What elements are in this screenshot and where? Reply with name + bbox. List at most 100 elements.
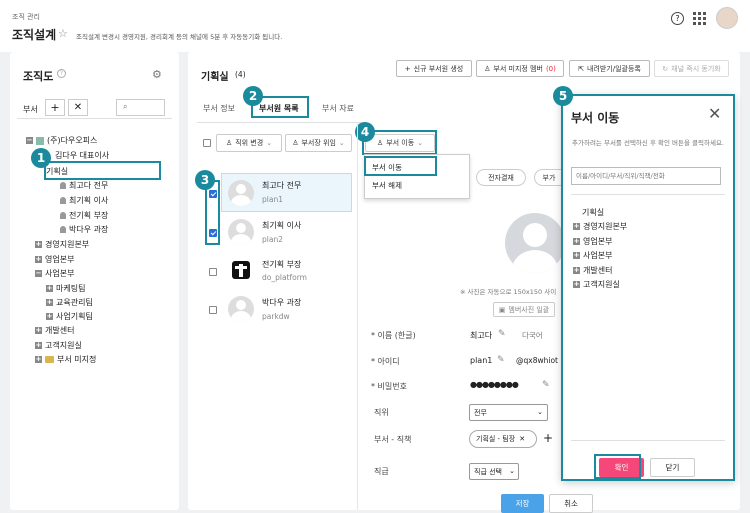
multi-lang-select[interactable]: 다국어	[522, 330, 543, 341]
image-icon: ▣	[498, 305, 506, 314]
approval-chip[interactable]: 전자결재	[476, 169, 526, 186]
person-icon	[60, 212, 66, 219]
menu-item-release[interactable]: 부서 해제	[372, 180, 402, 191]
remove-icon[interactable]: ✕	[519, 435, 525, 443]
button-label: 채널 즉시 동기화	[671, 64, 721, 73]
tree-item-unassigned[interactable]: + 부서 미지정	[35, 354, 96, 365]
tree-label: (주)다우오피스	[47, 136, 98, 145]
expand-icon: +	[573, 222, 580, 230]
change-title-button[interactable]: ♙ 직위 변경 ⌄	[216, 134, 282, 152]
edit-icon[interactable]: ✎	[497, 355, 505, 365]
tree-item-member[interactable]: 박다우 과장	[60, 224, 108, 235]
tree-label: 개발센터	[45, 326, 75, 335]
tree-item-ceo[interactable]: 김다우 대표이사	[55, 150, 109, 161]
tree-item-root[interactable]: − (주)다우오피스	[26, 135, 97, 146]
button-label: 직위 변경	[235, 139, 264, 147]
position-select[interactable]: 전무 ⌄	[469, 404, 548, 421]
member-id: plan1	[262, 195, 283, 204]
modal-tree-item[interactable]: + 경영지원본부	[573, 221, 627, 232]
cancel-button[interactable]: 취소	[549, 494, 593, 513]
modal-search-input[interactable]	[571, 167, 721, 185]
profile-photo[interactable]	[505, 213, 565, 273]
delegate-head-button[interactable]: ♙ 부서장 위임 ⌄	[285, 134, 352, 152]
person-icon: ♙	[292, 139, 299, 147]
member-name: 최고다 전무	[262, 181, 302, 190]
position-label: 직위	[374, 408, 389, 417]
add-dept-button[interactable]: +	[45, 99, 65, 116]
person-icon: ♙	[484, 64, 491, 73]
sync-channel-button[interactable]: ↻ 채널 즉시 동기화	[654, 60, 729, 77]
folder-icon	[45, 356, 54, 363]
gear-icon[interactable]: ⚙	[152, 68, 162, 81]
member-checkbox[interactable]	[209, 306, 217, 314]
collapse-icon: −	[26, 136, 33, 144]
tree-item-dept[interactable]: + 영업본부	[35, 254, 74, 265]
tree-item-dept[interactable]: + 사업기획팀	[46, 311, 93, 322]
tree-item-dept[interactable]: + 교육관리팀	[46, 297, 93, 308]
delete-dept-button[interactable]: ✕	[68, 99, 88, 116]
tree-label: 개발센터	[583, 266, 613, 275]
tree-item-dept[interactable]: − 사업본부	[35, 268, 74, 279]
grade-select[interactable]: 직급 선택 ⌄	[469, 463, 519, 480]
edit-icon[interactable]: ✎	[542, 380, 550, 390]
modal-tree-item[interactable]: 기획실	[582, 207, 604, 218]
member-checkbox[interactable]	[209, 268, 217, 276]
member-name: 박다우 과장	[262, 298, 302, 307]
bulk-photo-button[interactable]: ▣ 멤버사진 일괄	[493, 302, 555, 317]
add-dept-plus-icon[interactable]: +	[543, 431, 553, 445]
tree-item-dept[interactable]: + 경영지원본부	[35, 239, 89, 250]
tab-dept-info[interactable]: 부서 정보	[203, 103, 235, 114]
tree-item-member[interactable]: 최기획 이사	[60, 195, 108, 206]
tree-item-dept[interactable]: + 고객지원실	[35, 340, 82, 351]
member-name: 전기획 부장	[262, 260, 302, 269]
unassigned-members-button[interactable]: ♙ 부서 미지정 멤버 (0)	[476, 60, 564, 77]
member-id: parkdw	[262, 312, 290, 321]
password-label: * 비밀번호	[371, 382, 407, 391]
person-icon	[60, 197, 66, 204]
info-icon[interactable]: ?	[57, 69, 66, 78]
email-domain: @qx8whiot	[516, 356, 558, 365]
tree-item-dept[interactable]: + 개발센터	[35, 325, 74, 336]
name-label: * 이름 (한글)	[371, 331, 416, 340]
edit-icon[interactable]: ✎	[498, 329, 506, 339]
extra-chip[interactable]: 부가	[534, 169, 564, 186]
modal-tree-item[interactable]: + 사업본부	[573, 250, 612, 261]
new-member-button[interactable]: + 신규 부서원 생성	[396, 60, 472, 77]
search-icon: ⌕	[123, 102, 128, 111]
tree-label: 영업본부	[583, 237, 613, 246]
expand-icon: +	[46, 312, 53, 320]
star-icon[interactable]: ☆	[58, 27, 68, 40]
expand-icon: +	[35, 326, 42, 334]
collapse-icon: −	[35, 269, 42, 277]
person-icon	[60, 226, 66, 233]
name-value: 최고다	[470, 331, 493, 340]
download-bulk-button[interactable]: ⇱ 내려받기/일괄등록	[569, 60, 650, 77]
expand-icon: +	[573, 251, 580, 259]
modal-tree-item[interactable]: + 영업본부	[573, 236, 612, 247]
expand-icon: +	[573, 266, 580, 274]
select-all-checkbox[interactable]	[203, 139, 211, 147]
tree-item-member[interactable]: 전기획 부장	[60, 210, 108, 221]
close-button[interactable]: 닫기	[650, 458, 695, 477]
dept-search-input[interactable]: ⌕	[116, 99, 165, 116]
tree-item-dept[interactable]: + 마케팅팀	[46, 283, 85, 294]
close-icon[interactable]: ✕	[708, 104, 721, 123]
plus-icon: +	[404, 64, 411, 73]
highlight-box-5	[594, 454, 641, 479]
dept-title-label: 부서 - 직책	[374, 435, 412, 444]
apps-grid-icon[interactable]	[693, 12, 706, 25]
expand-icon: +	[35, 355, 42, 363]
help-icon[interactable]: ?	[671, 12, 684, 25]
divider	[357, 122, 358, 510]
modal-tree-item[interactable]: + 개발센터	[573, 265, 612, 276]
divider	[197, 122, 365, 123]
member-id: do_platform	[262, 273, 307, 282]
divider	[17, 118, 172, 119]
tree-item-member[interactable]: 최고다 전무	[60, 180, 108, 191]
user-avatar[interactable]	[716, 7, 738, 29]
modal-tree-item[interactable]: + 고객지원실	[573, 279, 620, 290]
tab-dept-data[interactable]: 부서 자료	[322, 103, 354, 114]
chip-label: 기획실 - 팀장	[476, 435, 516, 443]
expand-icon: +	[35, 240, 42, 248]
save-button[interactable]: 저장	[501, 494, 544, 513]
